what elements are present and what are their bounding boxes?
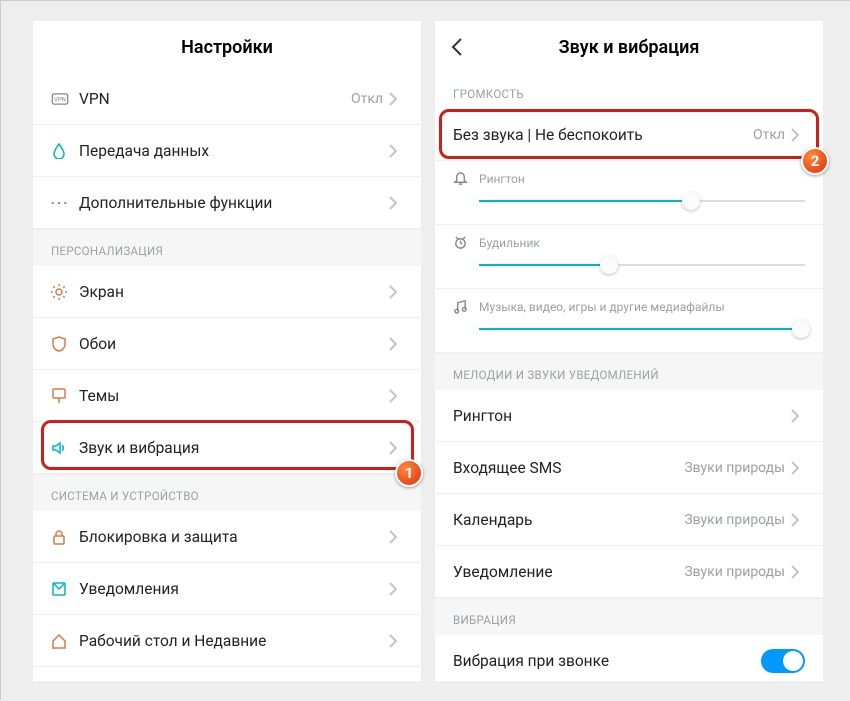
row-label: Рингтон: [453, 407, 785, 425]
chevron-right-icon: [389, 144, 403, 158]
chevron-right-icon: [389, 441, 403, 455]
page-title: Настройки: [181, 37, 273, 58]
chevron-right-icon: [791, 128, 805, 142]
toggle-switch[interactable]: [761, 649, 805, 673]
row-label: Экран: [79, 283, 389, 301]
back-button[interactable]: [445, 35, 469, 59]
droplet-icon: [51, 143, 79, 159]
volume-slider[interactable]: [479, 322, 805, 336]
chevron-right-icon: [791, 565, 805, 579]
row-sms[interactable]: Входящее SMS Звуки природы: [435, 442, 823, 494]
row-value: Звуки природы: [684, 460, 785, 476]
svg-text:VPN: VPN: [54, 96, 66, 103]
section-vibration: ВИБРАЦИЯ: [435, 598, 823, 635]
header: Звук и вибрация: [435, 21, 823, 73]
slider-alarm: Будильник: [435, 225, 823, 289]
speaker-icon: [51, 440, 79, 456]
chevron-right-icon: [389, 337, 403, 351]
section-personalization: ПЕРСОНАЛИЗАЦИЯ: [33, 229, 421, 266]
settings-screen: Настройки VPN VPN Откл Передача данных Д…: [33, 21, 421, 681]
chevron-right-icon: [389, 196, 403, 210]
more-icon: [51, 201, 79, 205]
slider-ringtone: Рингтон: [435, 161, 823, 225]
chevron-right-icon: [389, 389, 403, 403]
shield-icon: [51, 336, 79, 352]
row-home-recents[interactable]: Рабочий стол и Недавние: [33, 615, 421, 667]
row-lock-security[interactable]: Блокировка и защита: [33, 511, 421, 563]
volume-slider[interactable]: [479, 258, 805, 272]
row-ringtone[interactable]: Рингтон: [435, 390, 823, 442]
sound-vibration-screen: Звук и вибрация ГРОМКОСТЬ Без звука | Не…: [435, 21, 823, 681]
section-melodies: МЕЛОДИИ И ЗВУКИ УВЕДОМЛЕНИЙ: [435, 353, 823, 390]
vpn-icon: VPN: [51, 93, 79, 105]
section-system: СИСТЕМА И УСТРОЙСТВО: [33, 474, 421, 511]
header: Настройки: [33, 21, 421, 73]
row-label: Передача данных: [79, 142, 389, 160]
row-label: Обои: [79, 335, 389, 353]
row-vpn[interactable]: VPN VPN Откл: [33, 73, 421, 125]
slider-label: Музыка, видео, игры и другие медиафайлы: [479, 300, 725, 314]
row-label: Блокировка и защита: [79, 528, 389, 546]
row-value: Откл: [753, 127, 785, 143]
row-themes[interactable]: Темы: [33, 370, 421, 422]
row-notifications[interactable]: Уведомления: [33, 563, 421, 615]
section-volume: ГРОМКОСТЬ: [435, 73, 823, 109]
row-label: Вибрация при звонке: [453, 652, 761, 670]
row-label: Календарь: [453, 511, 684, 529]
chevron-right-icon: [389, 285, 403, 299]
row-value: Звуки природы: [684, 512, 785, 528]
volume-slider[interactable]: [479, 194, 805, 208]
row-sound-vibration[interactable]: Звук и вибрация: [33, 422, 421, 474]
row-calendar[interactable]: Календарь Звуки природы: [435, 494, 823, 546]
slider-media: Музыка, видео, игры и другие медиафайлы: [435, 289, 823, 353]
row-label: Дополнительные функции: [79, 194, 389, 212]
row-label: Звук и вибрация: [79, 439, 389, 457]
lock-icon: [51, 529, 79, 545]
row-value: Звуки природы: [684, 564, 785, 580]
slider-label: Будильник: [479, 236, 540, 250]
row-more-features[interactable]: Дополнительные функции: [33, 177, 421, 229]
row-data-usage[interactable]: Передача данных: [33, 125, 421, 177]
music-icon: [453, 299, 479, 314]
chevron-right-icon: [791, 409, 805, 423]
chevron-right-icon: [791, 461, 805, 475]
notification-icon: [51, 581, 79, 597]
home-icon: [51, 633, 79, 649]
row-label: Уведомления: [79, 580, 389, 598]
row-value: Откл: [351, 91, 383, 107]
brush-icon: [51, 388, 79, 404]
chevron-right-icon: [389, 582, 403, 596]
row-screen[interactable]: Экран: [33, 266, 421, 318]
page-title: Звук и вибрация: [559, 37, 700, 58]
row-label: VPN: [79, 90, 351, 108]
row-label: Уведомление: [453, 563, 684, 581]
row-notification[interactable]: Уведомление Звуки природы: [435, 546, 823, 598]
row-label: Рабочий стол и Недавние: [79, 632, 389, 650]
sun-icon: [51, 284, 79, 300]
bell-icon: [453, 171, 479, 186]
row-label: Без звука | Не беспокоить: [453, 126, 753, 144]
chevron-right-icon: [389, 92, 403, 106]
row-dnd[interactable]: Без звука | Не беспокоить Откл: [435, 109, 823, 161]
alarm-icon: [453, 235, 479, 250]
row-vibrate-on-call[interactable]: Вибрация при звонке: [435, 635, 823, 681]
row-wallpaper[interactable]: Обои: [33, 318, 421, 370]
chevron-right-icon: [389, 634, 403, 648]
slider-label: Рингтон: [479, 172, 525, 186]
row-label: Входящее SMS: [453, 459, 684, 477]
chevron-right-icon: [791, 513, 805, 527]
row-label: Темы: [79, 387, 389, 405]
chevron-right-icon: [389, 530, 403, 544]
